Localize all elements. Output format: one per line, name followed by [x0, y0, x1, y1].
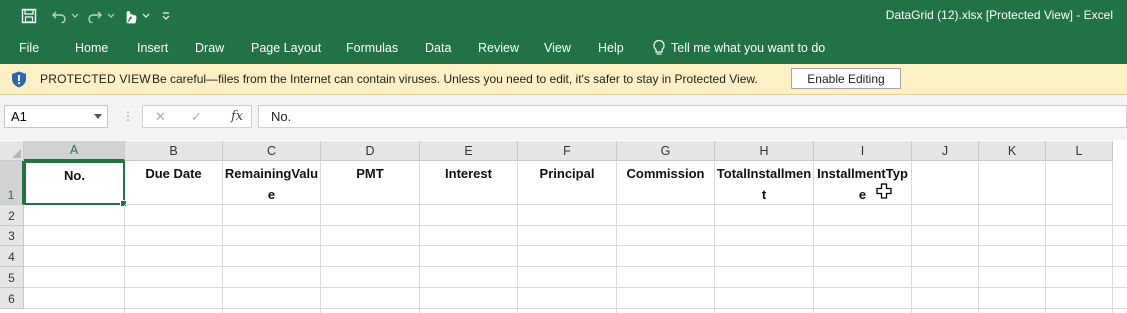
- tab-review[interactable]: Review: [478, 41, 519, 55]
- protected-view-bar: PROTECTED VIEW Be careful—files from the…: [0, 64, 1127, 95]
- col-header-k[interactable]: K: [979, 141, 1046, 161]
- cell-e1[interactable]: Interest: [420, 161, 518, 205]
- tab-view[interactable]: View: [544, 41, 571, 55]
- cell-g1[interactable]: Commission: [617, 161, 715, 205]
- col-header-d[interactable]: D: [321, 141, 420, 161]
- row-header-3[interactable]: 3: [0, 226, 24, 246]
- chevron-down-icon[interactable]: [94, 114, 102, 119]
- col-header-l[interactable]: L: [1046, 141, 1113, 161]
- formula-buttons: ✕ ✓ fx: [142, 105, 252, 128]
- cell-a1[interactable]: No.: [24, 161, 125, 205]
- row-header-4[interactable]: 4: [0, 246, 24, 267]
- protected-view-label: PROTECTED VIEW: [40, 72, 151, 86]
- empty-cells-area[interactable]: [24, 205, 1127, 313]
- ribbon-tabs: File Home Insert Draw Page Layout Formul…: [0, 32, 1127, 64]
- formula-bar: A1 ⋮ ✕ ✓ fx No.: [0, 95, 1127, 140]
- col-header-h[interactable]: H: [715, 141, 814, 161]
- cell-l1[interactable]: [1046, 161, 1113, 205]
- cell-b1[interactable]: Due Date: [125, 161, 223, 205]
- undo-icon[interactable]: [50, 6, 84, 26]
- enable-editing-button[interactable]: Enable Editing: [791, 68, 901, 89]
- name-box-value: A1: [11, 109, 27, 124]
- tab-page-layout[interactable]: Page Layout: [251, 41, 321, 55]
- cell-i1[interactable]: InstallmentType: [814, 161, 912, 205]
- protected-view-message: Be careful—files from the Internet can c…: [152, 72, 758, 86]
- col-header-i[interactable]: I: [814, 141, 912, 161]
- formula-input[interactable]: No.: [258, 105, 1127, 128]
- cancel-icon[interactable]: ✕: [155, 109, 166, 125]
- cell-f1[interactable]: Principal: [518, 161, 617, 205]
- save-icon[interactable]: [18, 6, 40, 26]
- tab-help[interactable]: Help: [598, 41, 624, 55]
- col-header-j[interactable]: J: [912, 141, 979, 161]
- spreadsheet-grid: A B C D E F G H I J K L 1 2 3 4 5 6 No. …: [0, 141, 1127, 313]
- tab-data[interactable]: Data: [425, 41, 451, 55]
- select-all-corner[interactable]: [0, 141, 24, 161]
- cell-k1[interactable]: [979, 161, 1046, 205]
- cell-h1[interactable]: TotalInstallment: [715, 161, 814, 205]
- tell-me-search[interactable]: Tell me what you want to do: [671, 41, 825, 55]
- col-header-e[interactable]: E: [420, 141, 518, 161]
- select-all-icon: [12, 149, 21, 158]
- redo-icon[interactable]: [86, 6, 120, 26]
- customize-icon[interactable]: [158, 6, 174, 26]
- window-title: DataGrid (12).xlsx [Protected View] - Ex…: [885, 8, 1113, 22]
- row-header-5[interactable]: 5: [0, 267, 24, 288]
- title-bar: DataGrid (12).xlsx [Protected View] - Ex…: [0, 0, 1127, 32]
- cell-c1[interactable]: RemainingValue: [223, 161, 321, 205]
- name-box[interactable]: A1: [4, 105, 108, 128]
- tab-file[interactable]: File: [19, 41, 39, 55]
- enter-icon[interactable]: ✓: [191, 109, 202, 125]
- row-header-6[interactable]: 6: [0, 288, 24, 309]
- col-header-b[interactable]: B: [125, 141, 223, 161]
- col-header-g[interactable]: G: [617, 141, 715, 161]
- cell-select-cursor-icon: [876, 183, 892, 199]
- cell-j1[interactable]: [912, 161, 979, 205]
- col-header-a[interactable]: A: [24, 141, 125, 161]
- tab-insert[interactable]: Insert: [137, 41, 168, 55]
- tab-draw[interactable]: Draw: [195, 41, 224, 55]
- shield-icon: [11, 71, 27, 88]
- row-header-2[interactable]: 2: [0, 205, 24, 226]
- touch-mode-icon[interactable]: [120, 6, 154, 26]
- insert-function-icon[interactable]: fx: [231, 109, 243, 124]
- row-header-1[interactable]: 1: [0, 161, 24, 205]
- cell-d1[interactable]: PMT: [321, 161, 420, 205]
- tab-home[interactable]: Home: [75, 41, 108, 55]
- drag-handle-icon[interactable]: ⋮: [122, 109, 134, 123]
- col-header-f[interactable]: F: [518, 141, 617, 161]
- col-header-c[interactable]: C: [223, 141, 321, 161]
- lightbulb-icon[interactable]: [652, 39, 666, 59]
- tab-formulas[interactable]: Formulas: [346, 41, 398, 55]
